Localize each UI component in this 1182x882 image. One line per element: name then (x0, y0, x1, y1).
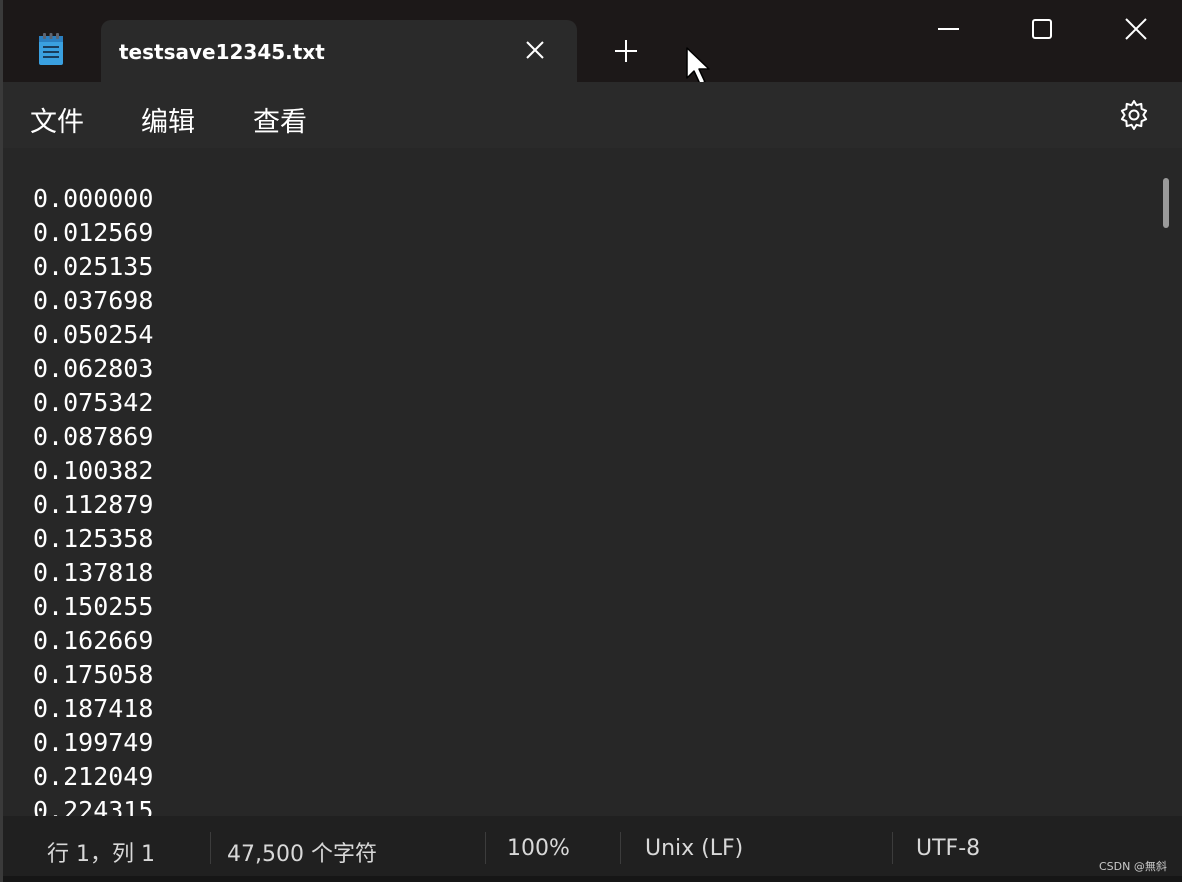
tab-testsave[interactable]: testsave12345.txt (101, 20, 577, 82)
menu-view[interactable]: 查看 (253, 100, 307, 139)
status-line-ending[interactable]: Unix (LF) (645, 836, 743, 861)
text-editor[interactable]: 0.000000 0.012569 0.025135 0.037698 0.050254… (3, 148, 1182, 816)
divider (892, 832, 893, 864)
title-bar[interactable]: testsave12345.txt (3, 0, 1182, 85)
editor-line: 0.150255 (33, 592, 154, 621)
editor-line: 0.212049 (33, 762, 154, 791)
editor-line: 0.112879 (33, 490, 154, 519)
status-char-count: 47,500 个字符 (227, 842, 377, 867)
menu-edit[interactable]: 编辑 (141, 100, 195, 139)
close-icon[interactable] (1111, 8, 1157, 52)
divider (485, 832, 486, 864)
editor-line: 0.137818 (33, 558, 154, 587)
editor-line: 0.125358 (33, 524, 154, 553)
editor-line: 0.087869 (33, 422, 154, 451)
status-encoding[interactable]: UTF-8 (916, 836, 980, 861)
menu-bar: 文件 编辑 查看 (3, 82, 1182, 148)
menu-file[interactable]: 文件 (30, 100, 84, 139)
editor-lines: 0.000000 0.012569 0.025135 0.037698 0.050254… (33, 182, 153, 816)
plus-icon[interactable] (609, 34, 643, 68)
divider (620, 832, 621, 864)
maximize-icon[interactable] (1019, 8, 1065, 52)
status-bar: 行 1，列 1 47,500 个字符 100% Unix (LF) UTF-8 … (3, 816, 1182, 882)
editor-line: 0.100382 (33, 456, 154, 485)
watermark: CSDN @無斜 (1099, 860, 1167, 873)
minimize-icon[interactable] (925, 8, 971, 52)
editor-line: 0.224315 (33, 796, 154, 816)
editor-line: 0.199749 (33, 728, 154, 757)
editor-line: 0.062803 (33, 354, 154, 383)
editor-line: 0.162669 (33, 626, 154, 655)
editor-line: 0.012569 (33, 218, 154, 247)
bottom-edge (3, 876, 1182, 882)
notepad-window: testsave12345.txt 文件 编辑 查看 0.000000 0.01… (0, 0, 1182, 882)
editor-line: 0.075342 (33, 388, 154, 417)
notepad-icon (37, 32, 65, 66)
editor-line: 0.175058 (33, 660, 154, 689)
tab-title: testsave12345.txt (119, 40, 325, 64)
editor-line: 0.050254 (33, 320, 154, 349)
status-position[interactable]: 行 1，列 1 (47, 836, 155, 868)
editor-line: 0.025135 (33, 252, 154, 281)
editor-line: 0.000000 (33, 184, 154, 213)
status-zoom[interactable]: 100% (507, 836, 570, 861)
vertical-scrollbar[interactable] (1163, 178, 1169, 228)
gear-icon[interactable] (1117, 98, 1151, 132)
close-icon[interactable] (521, 36, 549, 64)
editor-line: 0.187418 (33, 694, 154, 723)
editor-line: 0.037698 (33, 286, 154, 315)
divider (210, 832, 211, 864)
